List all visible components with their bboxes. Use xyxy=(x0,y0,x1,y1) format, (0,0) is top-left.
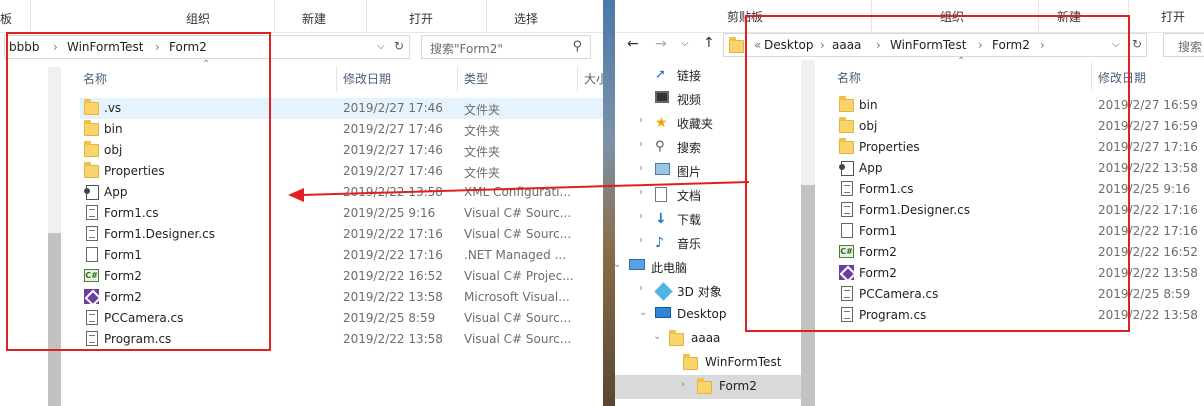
nav-item-label: Form2 xyxy=(719,379,757,393)
back-arrow-icon[interactable]: ← xyxy=(627,36,639,52)
nav-item-label: WinFormTest xyxy=(705,355,782,369)
favorites-icon: ★ xyxy=(655,115,668,131)
comparison-arrow xyxy=(288,181,750,202)
chevron-down-icon[interactable]: ⌵ xyxy=(377,41,385,52)
search-placeholder: 搜索 xyxy=(1178,40,1203,54)
ribbon-organize-label[interactable]: 组织 xyxy=(186,10,210,27)
this-pc-icon xyxy=(629,259,645,275)
nav-item-label: Desktop xyxy=(677,307,727,321)
search-icon[interactable]: ⚲ xyxy=(572,39,582,54)
file-modified-date: 2019/2/22 16:52 xyxy=(343,269,443,283)
collapse-chevron-icon[interactable]: › xyxy=(639,235,643,246)
collapse-chevron-icon[interactable]: › xyxy=(681,379,685,390)
column-header-type[interactable]: 类型 xyxy=(464,70,488,87)
file-modified-date: 2019/2/22 17:16 xyxy=(343,227,443,241)
nav-item-label: 此电脑 xyxy=(651,261,688,275)
video-icon xyxy=(655,91,671,107)
highlight-box-left xyxy=(6,32,271,351)
ribbon-clipboard-label[interactable]: 板 xyxy=(0,10,12,27)
music-icon: ♪ xyxy=(655,235,664,251)
nav-item-label: aaaa xyxy=(691,331,721,345)
nav-item-label: 3D 对象 xyxy=(677,285,722,299)
file-type: Microsoft Visual... xyxy=(464,290,570,304)
search-placeholder: 搜索"Form2" xyxy=(430,42,503,56)
nav-item-label: 收藏夹 xyxy=(677,117,714,131)
file-type: Visual C# Sourc... xyxy=(464,227,572,241)
links-icon: ➚ xyxy=(655,67,666,82)
ribbon-open-label[interactable]: 打开 xyxy=(409,10,433,27)
file-modified-date: 2019/2/22 13:58 xyxy=(343,332,443,346)
nav-item-label: 搜索 xyxy=(677,141,702,155)
search-folder-icon: ⚲ xyxy=(655,139,665,154)
nav-item-label: 音乐 xyxy=(677,237,702,251)
nav-item[interactable]: WinFormTest xyxy=(615,351,801,375)
3d-objects-icon xyxy=(654,282,673,301)
collapse-chevron-icon[interactable]: › xyxy=(639,139,643,150)
file-modified-date: 2019/2/27 17:46 xyxy=(343,101,443,115)
folder-icon xyxy=(729,37,744,53)
expand-chevron-icon[interactable]: ⌄ xyxy=(613,259,621,270)
left-ribbon: 板 组织 新建 打开 选择 xyxy=(0,0,603,33)
file-modified-date: 2019/2/27 17:46 xyxy=(343,143,443,157)
desktop-icon xyxy=(655,307,671,323)
folder-icon xyxy=(683,354,699,371)
file-modified-date: 2019/2/25 8:59 xyxy=(343,311,436,325)
file-type: 文件夹 xyxy=(464,103,501,117)
expand-chevron-icon[interactable]: ⌄ xyxy=(639,307,647,318)
expand-chevron-icon[interactable]: ⌄ xyxy=(653,331,661,342)
nav-item-label: 视频 xyxy=(677,93,702,107)
ribbon-new-label[interactable]: 新建 xyxy=(302,10,326,27)
file-type: Visual C# Projec... xyxy=(464,269,574,283)
refresh-icon[interactable]: ↻ xyxy=(394,39,404,53)
recent-locations-chevron-icon[interactable]: ⌵ xyxy=(681,38,689,49)
folder-icon xyxy=(669,330,685,347)
left-search-box[interactable]: 搜索"Form2" ⚲ xyxy=(421,35,591,59)
collapse-chevron-icon[interactable]: › xyxy=(639,115,643,126)
nav-item[interactable]: › Form2 xyxy=(615,375,801,399)
folder-icon xyxy=(697,378,713,395)
file-modified-date: 2019/2/22 13:58 xyxy=(343,290,443,304)
downloads-icon: ↓ xyxy=(655,211,667,227)
collapse-chevron-icon[interactable]: › xyxy=(639,211,643,222)
file-modified-date: 2019/2/22 17:16 xyxy=(343,248,443,262)
column-header-modified[interactable]: 修改日期 xyxy=(343,70,391,87)
nav-item-label: 链接 xyxy=(677,69,702,83)
file-type: 文件夹 xyxy=(464,124,501,138)
file-type: Visual C# Sourc... xyxy=(464,332,572,346)
ribbon-select-label[interactable]: 选择 xyxy=(514,10,538,27)
collapse-chevron-icon[interactable]: › xyxy=(639,283,643,294)
right-search-box[interactable]: 搜索 xyxy=(1163,33,1204,57)
forward-arrow-icon[interactable]: → xyxy=(655,36,667,52)
up-arrow-icon[interactable]: ↑ xyxy=(703,35,715,51)
highlight-box-right xyxy=(745,15,1130,332)
ribbon-open-label[interactable]: 打开 xyxy=(1161,8,1185,25)
file-modified-date: 2019/2/27 17:46 xyxy=(343,122,443,136)
file-type: Visual C# Sourc... xyxy=(464,311,572,325)
file-type: .NET Managed ... xyxy=(464,248,567,262)
file-type: 文件夹 xyxy=(464,145,501,159)
nav-item-label: 下载 xyxy=(677,213,702,227)
refresh-icon[interactable]: ↻ xyxy=(1132,37,1142,51)
